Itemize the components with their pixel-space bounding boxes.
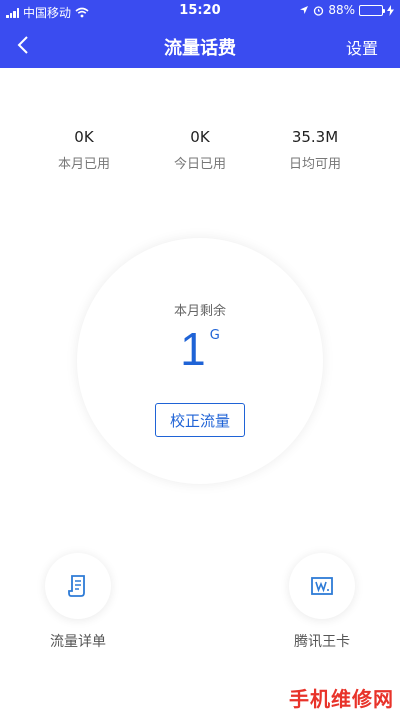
settings-button[interactable]: 设置 bbox=[346, 35, 378, 59]
stat-value: 35.3M bbox=[291, 128, 339, 146]
feature-label[interactable]: 腾讯王卡 bbox=[267, 631, 377, 651]
location-arrow-icon bbox=[300, 6, 309, 14]
feature-bill-detail[interactable]: 流量详单 bbox=[23, 553, 133, 651]
stat-label: 本月已用 bbox=[57, 157, 110, 172]
stat-label: 今日已用 bbox=[173, 157, 226, 172]
charging-bolt-icon bbox=[387, 4, 394, 16]
alarm-icon bbox=[314, 5, 324, 16]
feature-icon-circle[interactable] bbox=[289, 553, 355, 619]
stat-label: 日均可用 bbox=[288, 157, 341, 172]
stat-value: 0K bbox=[74, 128, 94, 146]
remaining-unit: G bbox=[209, 327, 220, 343]
remaining-number: 1 bbox=[180, 323, 206, 375]
watermark-text: 手机维修网 bbox=[289, 687, 394, 711]
battery-percent: 88% bbox=[328, 3, 355, 17]
status-right: 88% bbox=[299, 3, 394, 17]
feature-label[interactable]: 流量详单 bbox=[23, 631, 133, 651]
remaining-data-ring: 本月剩余 1G 校正流量 bbox=[77, 238, 323, 484]
feature-tencent-card[interactable]: 腾讯王卡 bbox=[267, 553, 377, 651]
bill-detail-icon bbox=[68, 575, 85, 597]
stat-daily-available: 35.3M 日均可用 bbox=[260, 128, 370, 172]
feature-icon-circle[interactable] bbox=[45, 553, 111, 619]
status-bar: 中国移动 15:20 88% bbox=[0, 0, 400, 22]
stat-value: 0K bbox=[190, 128, 210, 146]
remaining-value: 1G bbox=[77, 322, 323, 376]
stat-today-used: 0K 今日已用 bbox=[145, 128, 255, 172]
tencent-card-icon bbox=[311, 577, 333, 595]
nav-bar: 流量话费 设置 bbox=[0, 22, 400, 68]
remaining-label: 本月剩余 bbox=[173, 304, 226, 319]
page-title: 流量话费 bbox=[164, 38, 236, 59]
calibrate-data-button[interactable]: 校正流量 bbox=[155, 403, 245, 437]
stat-month-used: 0K 本月已用 bbox=[29, 128, 139, 172]
battery-icon bbox=[359, 4, 385, 16]
